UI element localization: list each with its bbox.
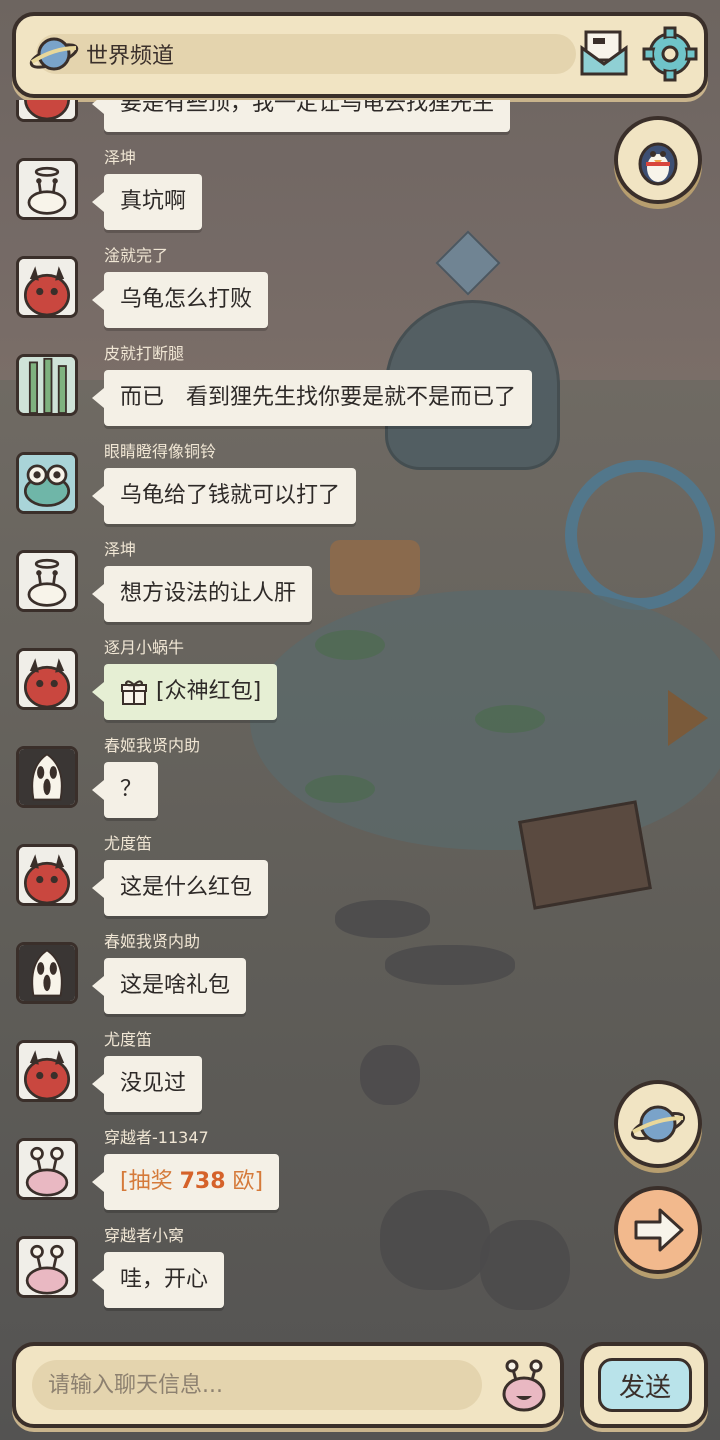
avatar[interactable] (16, 158, 78, 220)
message-bubble[interactable]: [众神红包] (91, 664, 278, 720)
channel-title: 世界频道 (86, 44, 175, 69)
lottery-number: 738 (179, 1169, 226, 1194)
sender-name: 尤度笛 (104, 834, 153, 853)
avatar[interactable] (16, 100, 78, 122)
chat-message: 春姬我贤内助 ？ (0, 736, 600, 844)
chat-message: 穿越者-11347 [抽奖 738 欧] (0, 1128, 600, 1236)
avatar[interactable] (16, 550, 78, 612)
avatar[interactable] (16, 452, 78, 514)
sender-name: 泽坤 (104, 148, 137, 167)
message-bubble: 这是啥礼包 (91, 958, 247, 1014)
message-bubble: 哇，开心 (91, 1252, 225, 1308)
sender-name: 眼睛瞪得像铜铃 (104, 442, 217, 461)
chat-message: 尤度笛没见过 (0, 1030, 600, 1138)
message-bubble: 而已 看到狸先生找你要是就不是而已了 (91, 370, 533, 426)
avatar[interactable] (16, 1138, 78, 1200)
sender-name: 春姬我贤内助 (104, 736, 201, 755)
mail-icon[interactable] (576, 26, 632, 82)
chat-message: 淦就完了乌龟怎么打败 (0, 246, 600, 354)
message-bubble: 想方设法的让人肝 (91, 566, 313, 622)
sender-name: 皮就打断腿 (104, 344, 185, 363)
chat-message: 要是有些顶，我一定让乌龟去找狸先生 (0, 100, 600, 158)
avatar[interactable] (16, 256, 78, 318)
chat-list[interactable]: 要是有些顶，我一定让乌龟去找狸先生 泽坤 真坑啊 淦就完了 乌龟怎么打败 皮就打断腿 而已 … (0, 100, 600, 1340)
avatar[interactable] (16, 1040, 78, 1102)
avatar[interactable] (16, 648, 78, 710)
message-bubble[interactable]: [抽奖 738 欧] (91, 1154, 280, 1210)
sender-name: 穿越者小窝 (104, 1226, 185, 1245)
gift-icon (121, 680, 147, 705)
sender-name: 尤度笛 (104, 1030, 153, 1049)
chat-message: 尤度笛这是什么红包 (0, 834, 600, 942)
sender-name: 春姬我贤内助 (104, 932, 201, 951)
chat-message: 逐月小蜗牛 [众神红包] (0, 638, 600, 746)
chat-message: 皮就打断腿而已 看到狸先生找你要是就不是而已了 (0, 344, 600, 452)
arrow-right-icon[interactable] (614, 1186, 702, 1274)
sender-name: 淦就完了 (104, 246, 169, 265)
avatar[interactable] (16, 354, 78, 416)
sender-name: 泽坤 (104, 540, 137, 559)
red-packet-label: [众神红包] (156, 679, 262, 704)
sender-name: 穿越者-11347 (104, 1128, 209, 1147)
channel-header: 世界频道 (12, 12, 708, 98)
send-button[interactable]: 发送 (598, 1358, 692, 1412)
chat-input[interactable] (32, 1360, 482, 1410)
lottery-suffix: 欧] (225, 1169, 264, 1194)
message-bubble: ？ (91, 762, 159, 818)
message-bubble: 要是有些顶，我一定让乌龟去找狸先生 (91, 100, 511, 132)
avatar[interactable] (16, 746, 78, 808)
chat-message: 春姬我贤内助这是啥礼包 (0, 932, 600, 1040)
avatar[interactable] (16, 942, 78, 1004)
chat-message: 穿越者小窝哇，开心 (0, 1226, 600, 1334)
avatar[interactable] (16, 1236, 78, 1298)
chat-message: 眼睛瞪得像铜铃乌龟给了钱就可以打了 (0, 442, 600, 550)
gear-icon[interactable] (642, 26, 698, 82)
message-bubble: 真坑啊 (91, 174, 203, 230)
play-arrow-icon[interactable] (668, 690, 708, 746)
penguin-icon[interactable] (614, 116, 702, 204)
message-bubble: 乌龟怎么打败 (91, 272, 269, 328)
message-bubble: 乌龟给了钱就可以打了 (91, 468, 357, 524)
chat-input-bar (12, 1342, 564, 1428)
sender-name: 逐月小蜗牛 (104, 638, 185, 657)
planet-icon[interactable] (614, 1080, 702, 1168)
chat-message: 泽坤真坑啊 (0, 148, 600, 256)
message-bubble: 这是什么红包 (91, 860, 269, 916)
avatar[interactable] (16, 844, 78, 906)
lottery-prefix: [抽奖 (120, 1169, 180, 1194)
chat-message: 泽坤想方设法的让人肝 (0, 540, 600, 648)
message-bubble: 没见过 (91, 1056, 203, 1112)
send-panel: 发送 (580, 1342, 708, 1428)
snail-emoji-icon[interactable] (494, 1356, 554, 1416)
planet-icon[interactable] (28, 28, 80, 80)
